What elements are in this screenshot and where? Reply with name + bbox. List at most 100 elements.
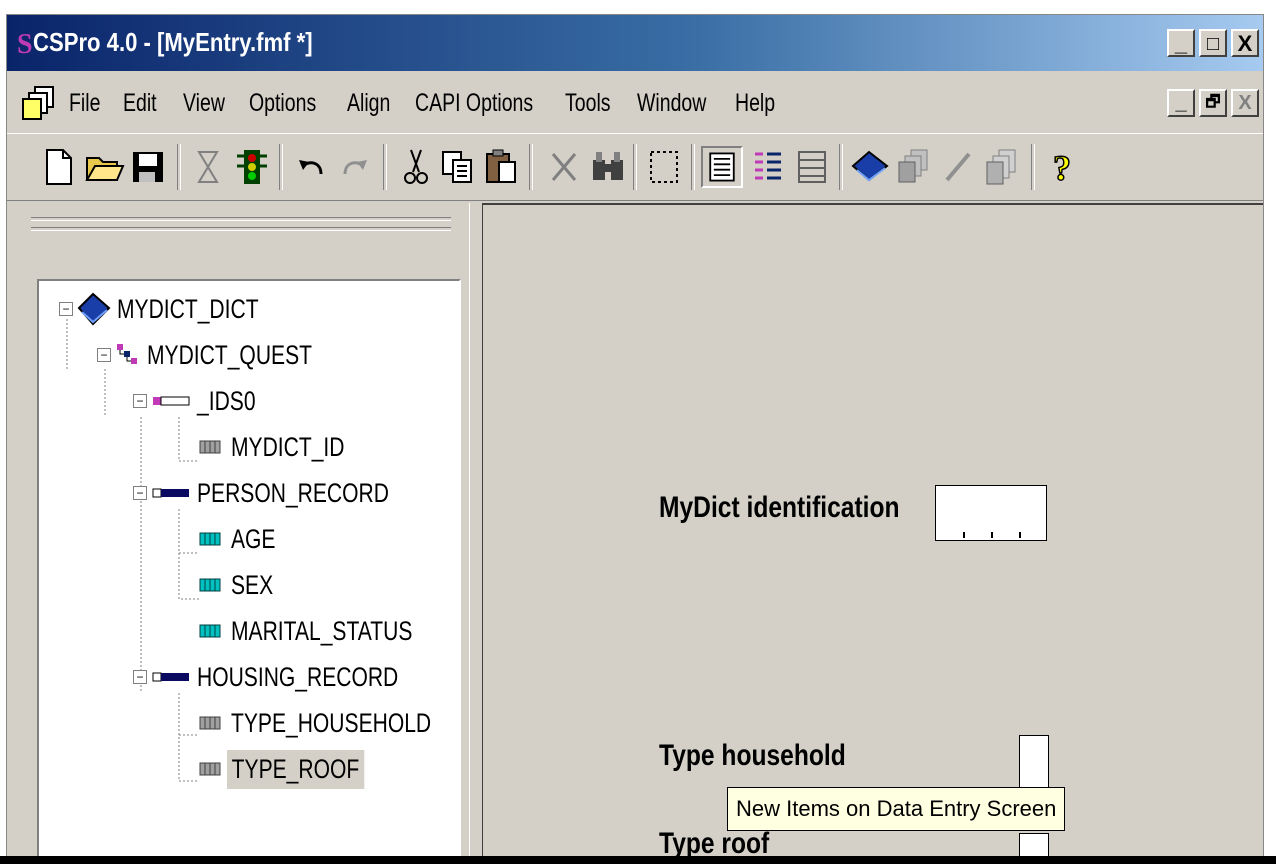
form-label-household[interactable]: Type household — [659, 739, 846, 773]
forms-icon[interactable] — [893, 146, 935, 188]
tree-node-label: MARITAL_STATUS — [231, 615, 413, 646]
household-field[interactable] — [1019, 735, 1049, 791]
tree-list-icon[interactable] — [747, 146, 789, 188]
screen-edge — [0, 856, 1276, 864]
toolbar-separator — [177, 144, 181, 190]
mdi-close-button[interactable]: X — [1231, 89, 1259, 117]
collapse-icon[interactable]: − — [133, 670, 147, 684]
menu-tools[interactable]: Tools — [565, 89, 611, 118]
pages-icon[interactable] — [981, 146, 1023, 188]
field-tick-marks — [963, 532, 1021, 538]
hourglass-icon[interactable] — [187, 146, 229, 188]
tree-node-label: _IDS0 — [197, 385, 256, 416]
tree-node-label: SEX — [231, 569, 274, 600]
item-cyan-icon — [199, 532, 221, 546]
paste-icon[interactable] — [481, 146, 523, 188]
tree-node-item[interactable]: MYDICT_ID — [199, 427, 377, 467]
collapse-icon[interactable]: − — [59, 302, 73, 316]
window-title: CSPro 4.0 - [MyEntry.fmf *] — [33, 27, 313, 57]
close-button[interactable]: X — [1231, 29, 1259, 57]
tree-pane: − MYDICT_DICT − MYDICT_QUEST − _IDS0 MYD… — [13, 203, 469, 863]
menu-help[interactable]: Help — [735, 89, 775, 118]
item-gray-icon — [199, 716, 221, 730]
pencil-icon[interactable] — [937, 146, 979, 188]
traffic-light-icon[interactable] — [231, 146, 273, 188]
menu-options[interactable]: Options — [249, 89, 316, 118]
open-icon[interactable] — [83, 146, 125, 188]
toolbar-separator — [633, 144, 637, 190]
menu-window[interactable]: Window — [637, 89, 706, 118]
tree-node-label: MYDICT_DICT — [117, 293, 259, 324]
collapse-icon[interactable]: − — [133, 394, 147, 408]
tree-node-item-selected[interactable]: TYPE_ROOF — [199, 749, 403, 789]
copy-icon[interactable] — [437, 146, 479, 188]
tree-node-label: MYDICT_ID — [231, 431, 345, 462]
pane-grip[interactable] — [31, 217, 451, 221]
item-gray-icon — [199, 762, 221, 776]
tooltip: New Items on Data Entry Screen — [727, 787, 1066, 831]
menu-capi-options[interactable]: CAPI Options — [415, 89, 533, 118]
item-gray-icon — [199, 440, 221, 454]
collapse-icon[interactable]: − — [133, 486, 147, 500]
id-field[interactable] — [935, 485, 1047, 541]
tree-node-dictionary[interactable]: − MYDICT_DICT — [59, 289, 299, 329]
pane-grip[interactable] — [31, 227, 451, 231]
collapse-icon[interactable]: − — [97, 348, 111, 362]
dictionary-tree[interactable]: − MYDICT_DICT − MYDICT_QUEST − _IDS0 MYD… — [37, 279, 461, 863]
tree-node-label: MYDICT_QUEST — [147, 339, 312, 370]
save-icon[interactable] — [127, 146, 169, 188]
help-icon[interactable]: ? — [1041, 146, 1083, 189]
title-bar[interactable]: S CSPro 4.0 - [MyEntry.fmf *] _ □ X — [7, 15, 1263, 71]
record-icon — [152, 672, 189, 682]
tree-node-label: PERSON_RECORD — [197, 477, 389, 508]
tree-node-label: TYPE_HOUSEHOLD — [231, 707, 432, 738]
menu-file[interactable]: File — [69, 89, 100, 118]
mdi-minimize-button[interactable]: _ — [1167, 89, 1195, 117]
dictionary-icon[interactable] — [849, 146, 891, 188]
new-icon[interactable] — [37, 146, 79, 188]
delete-icon[interactable] — [543, 146, 585, 188]
toolbar-separator — [691, 144, 695, 190]
item-cyan-icon — [199, 578, 221, 592]
cspro-logo-icon: S — [17, 29, 33, 60]
tree-view-icon[interactable] — [701, 146, 743, 188]
tree-node-item[interactable]: MARITAL_STATUS — [199, 611, 459, 651]
app-window: S CSPro 4.0 - [MyEntry.fmf *] _ □ X File… — [6, 14, 1264, 863]
toolbar: ? — [7, 133, 1263, 201]
minimize-button[interactable]: _ — [1167, 29, 1195, 57]
toolbar-separator — [279, 144, 283, 190]
tree-node-item[interactable]: SEX — [199, 565, 285, 605]
form-label-id[interactable]: MyDict identification — [659, 491, 900, 525]
menu-align[interactable]: Align — [347, 89, 390, 118]
toolbar-separator — [383, 144, 387, 190]
tree-node-person-record[interactable]: − PERSON_RECORD — [133, 473, 443, 513]
undo-icon[interactable] — [291, 146, 333, 188]
svg-text:?: ? — [1053, 148, 1071, 188]
tree-node-id-record[interactable]: − _IDS0 — [133, 381, 272, 421]
select-box-icon[interactable] — [643, 146, 685, 188]
tree-node-label: TYPE_ROOF — [227, 749, 364, 789]
id-record-icon — [153, 396, 190, 406]
redo-icon[interactable] — [333, 146, 375, 188]
maximize-button[interactable]: □ — [1199, 29, 1227, 57]
splitter[interactable] — [469, 203, 484, 857]
tree-node-label: AGE — [231, 523, 276, 554]
form-designer: MyDict identification Type household Typ… — [483, 203, 1263, 863]
toolbar-separator — [839, 144, 843, 190]
mdi-restore-button[interactable]: 🗗 — [1199, 89, 1227, 117]
tree-node-item[interactable]: AGE — [199, 519, 288, 559]
tree-node-level[interactable]: − MYDICT_QUEST — [97, 335, 359, 375]
cut-icon[interactable] — [395, 146, 437, 188]
record-icon — [152, 488, 189, 498]
menu-view[interactable]: View — [183, 89, 225, 118]
tree-node-item[interactable]: TYPE_HOUSEHOLD — [199, 703, 459, 743]
level-icon — [117, 344, 137, 364]
menu-edit[interactable]: Edit — [123, 89, 157, 118]
tree-node-housing-record[interactable]: − HOUSING_RECORD — [133, 657, 455, 697]
toolbar-separator — [529, 144, 533, 190]
mdi-document-icon[interactable] — [21, 85, 57, 121]
item-cyan-icon — [199, 624, 221, 638]
roster-icon[interactable] — [791, 146, 833, 188]
find-icon[interactable] — [587, 146, 629, 188]
toolbar-separator — [1031, 144, 1035, 190]
